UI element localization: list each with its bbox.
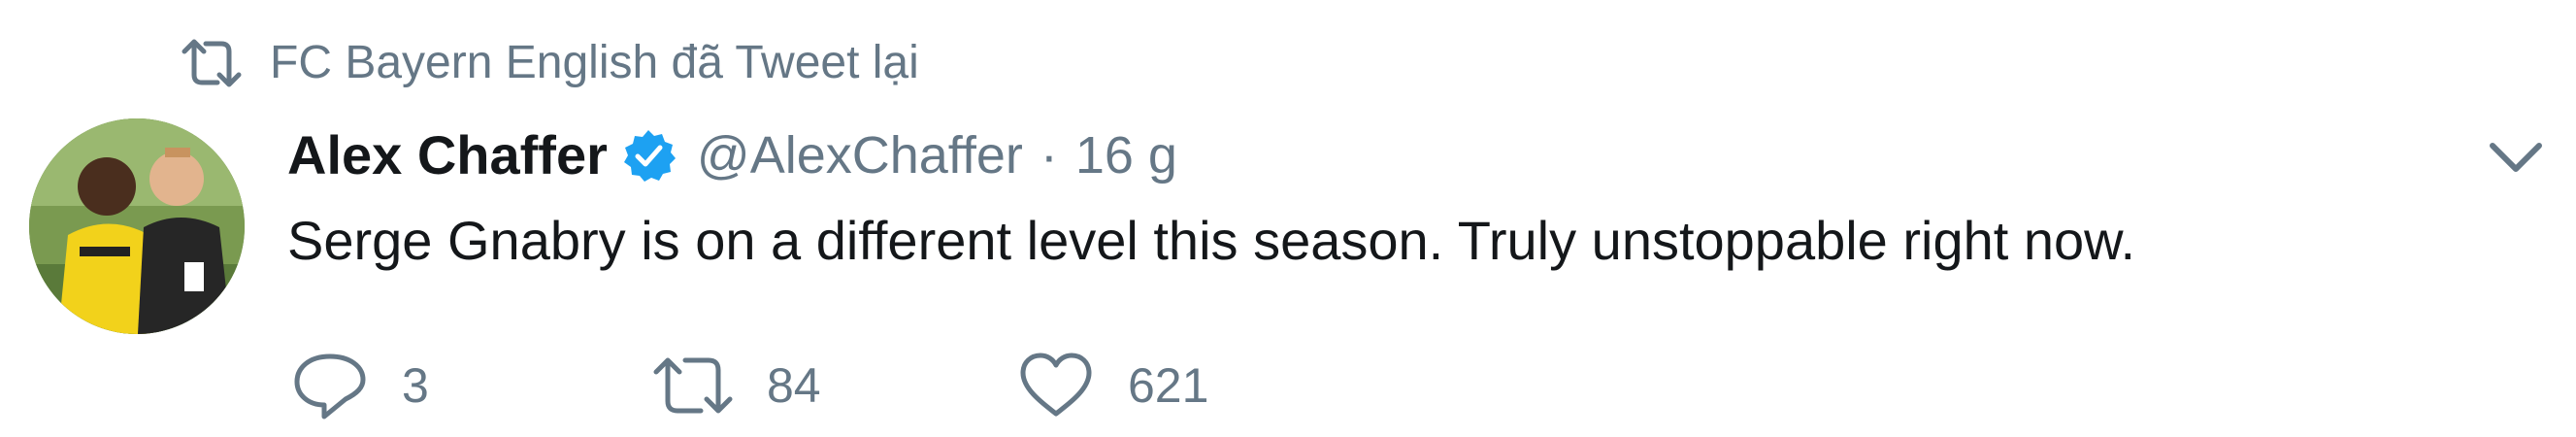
tweet-header: Alex Chaffer @AlexChaffer · 16 g (287, 117, 1177, 194)
retweet-context-label[interactable]: FC Bayern English đã Tweet lại (270, 29, 919, 97)
retweet-context: FC Bayern English đã Tweet lại (181, 29, 919, 97)
tweet-actions: 3 84 621 (291, 342, 1359, 429)
reply-icon (291, 351, 369, 420)
retweet-count: 84 (767, 358, 821, 413)
like-button[interactable]: 621 (1017, 342, 1208, 429)
header-separator: · (1040, 126, 1058, 185)
retweet-icon (652, 354, 734, 417)
chevron-down-icon[interactable] (2487, 136, 2545, 179)
retweet-button[interactable]: 84 (652, 342, 821, 429)
reply-button[interactable]: 3 (291, 342, 429, 429)
tweet-text: Serge Gnabry is on a different level thi… (287, 210, 2136, 271)
reply-count: 3 (402, 358, 429, 413)
like-count: 621 (1128, 358, 1209, 413)
verified-badge-icon (621, 128, 676, 183)
retweet-icon (181, 38, 243, 88)
heart-icon (1017, 352, 1095, 420)
tweet-timestamp[interactable]: 16 g (1075, 117, 1177, 194)
author-name[interactable]: Alex Chaffer (287, 117, 608, 194)
tweet[interactable]: FC Bayern English đã Tweet lại Alex Chaf… (0, 0, 2576, 437)
author-handle[interactable]: @AlexChaffer (697, 117, 1023, 194)
avatar[interactable] (29, 118, 245, 334)
